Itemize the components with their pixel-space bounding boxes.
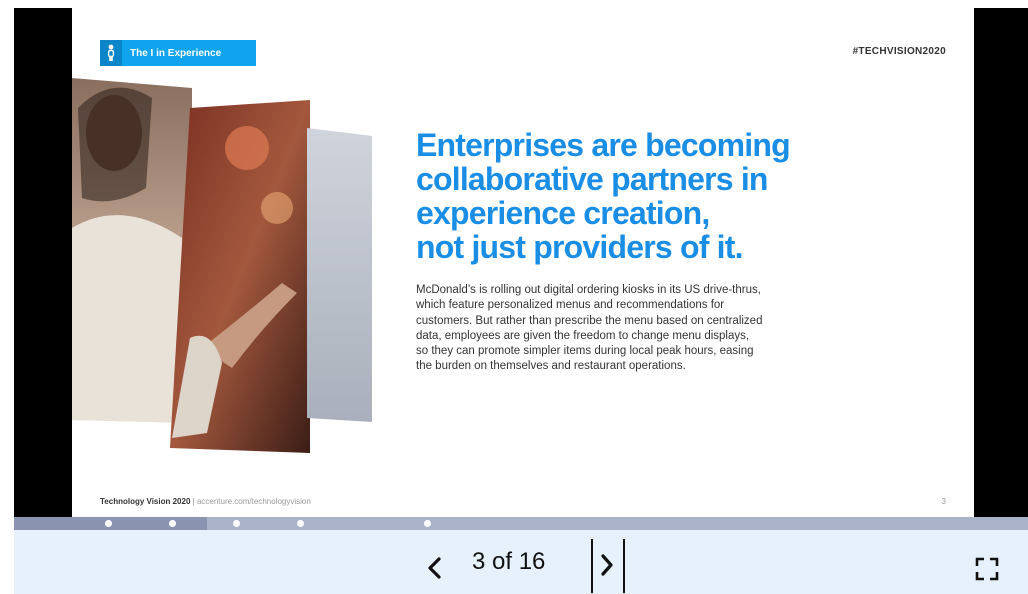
body-line: so they can promote simpler items during… [416, 345, 754, 358]
hashtag: #TECHVISION2020 [852, 46, 946, 57]
section-tag-label: The I in Experience [130, 47, 222, 59]
body-line: the burden on themselves and restaurant … [416, 360, 686, 373]
slide-headline: Enterprises are becoming collaborative p… [416, 128, 886, 264]
chapter-marker[interactable] [233, 520, 240, 527]
headline-line: not just providers of it. [416, 229, 743, 265]
chapter-marker[interactable] [424, 520, 431, 527]
body-line: which feature personalized menus and rec… [416, 299, 725, 312]
progress-bar[interactable] [14, 517, 1028, 530]
fullscreen-icon [975, 557, 999, 581]
headline-line: collaborative partners in [416, 161, 768, 197]
headline-line: Enterprises are becoming [416, 127, 791, 163]
footer-separator: | [192, 497, 195, 506]
slide: The I in Experience #TECHVISION2020 Ente… [72, 8, 974, 518]
chapter-marker[interactable] [105, 520, 112, 527]
slide-footer: Technology Vision 2020 | accenture.com/t… [100, 497, 311, 506]
fullscreen-button[interactable] [974, 556, 1000, 582]
presentation-viewer: The I in Experience #TECHVISION2020 Ente… [14, 8, 1028, 594]
footer-brand: Technology Vision 2020 [100, 497, 191, 506]
body-line: data, employees are given the freedom to… [416, 329, 750, 342]
viewer-toolbar: 3 of 16 [14, 530, 1028, 594]
chapter-marker[interactable] [169, 520, 176, 527]
slide-page-number: 3 [941, 497, 946, 506]
page-counter: 3 of 16 [472, 548, 546, 575]
chapter-marker[interactable] [297, 520, 304, 527]
slide-body-text: McDonald’s is rolling out digital orderi… [416, 283, 866, 375]
headline-line: experience creation, [416, 195, 710, 231]
body-line: McDonald’s is rolling out digital orderi… [416, 284, 761, 296]
previous-page-button[interactable] [422, 553, 448, 583]
chevron-left-icon [428, 557, 441, 579]
footer-url: accenture.com/technologyvision [196, 497, 311, 506]
person-icon [100, 40, 122, 66]
body-line: customers. But rather than prescribe the… [416, 314, 763, 327]
section-tag: The I in Experience [100, 40, 256, 66]
chevron-right-icon [601, 554, 613, 576]
next-page-button[interactable] [591, 539, 625, 593]
slide-photo [72, 78, 372, 453]
